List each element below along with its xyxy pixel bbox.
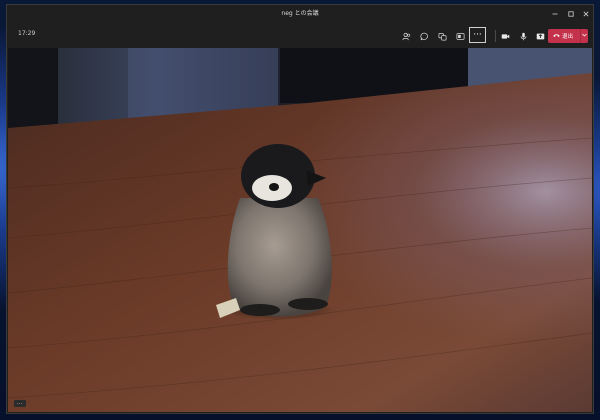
participants-button[interactable] bbox=[397, 26, 415, 44]
chat-button[interactable] bbox=[415, 26, 433, 44]
camera-button[interactable] bbox=[496, 26, 514, 44]
maximize-icon[interactable] bbox=[564, 5, 577, 22]
reactions-button[interactable] bbox=[433, 26, 451, 44]
share-tray-button[interactable] bbox=[531, 26, 549, 44]
minimize-icon[interactable] bbox=[548, 5, 561, 22]
video-feed: ··· bbox=[8, 48, 592, 412]
participants-icon bbox=[402, 26, 411, 45]
leave-options-button[interactable] bbox=[581, 33, 588, 39]
close-icon[interactable] bbox=[579, 5, 592, 22]
title-bar: neg との会議 bbox=[7, 5, 593, 22]
video-overflow-button[interactable]: ··· bbox=[14, 400, 26, 407]
video-frame-image bbox=[8, 48, 592, 412]
share-tray-icon bbox=[536, 26, 545, 45]
meeting-toolbar: 17:29 ··· 退出 bbox=[7, 22, 593, 48]
teams-meeting-window: neg との会議 17:29 ··· 退出 ··· bbox=[6, 4, 594, 414]
share-screen-button[interactable] bbox=[451, 26, 469, 44]
reactions-icon bbox=[438, 26, 447, 45]
share-screen-icon bbox=[456, 26, 465, 45]
meeting-time: 17:29 bbox=[18, 30, 36, 37]
microphone-icon bbox=[519, 26, 528, 45]
chevron-down-icon bbox=[582, 33, 587, 39]
window-title: neg との会議 bbox=[281, 10, 319, 17]
leave-main[interactable]: 退出 bbox=[548, 32, 580, 40]
camera-icon bbox=[501, 26, 510, 45]
leave-label: 退出 bbox=[562, 34, 574, 40]
more-icon: ··· bbox=[473, 30, 482, 40]
leave-button[interactable]: 退出 bbox=[548, 29, 588, 43]
chat-icon bbox=[420, 26, 429, 45]
microphone-button[interactable] bbox=[514, 26, 532, 44]
hang-up-icon bbox=[553, 33, 560, 40]
more-options-button[interactable]: ··· bbox=[469, 27, 486, 43]
